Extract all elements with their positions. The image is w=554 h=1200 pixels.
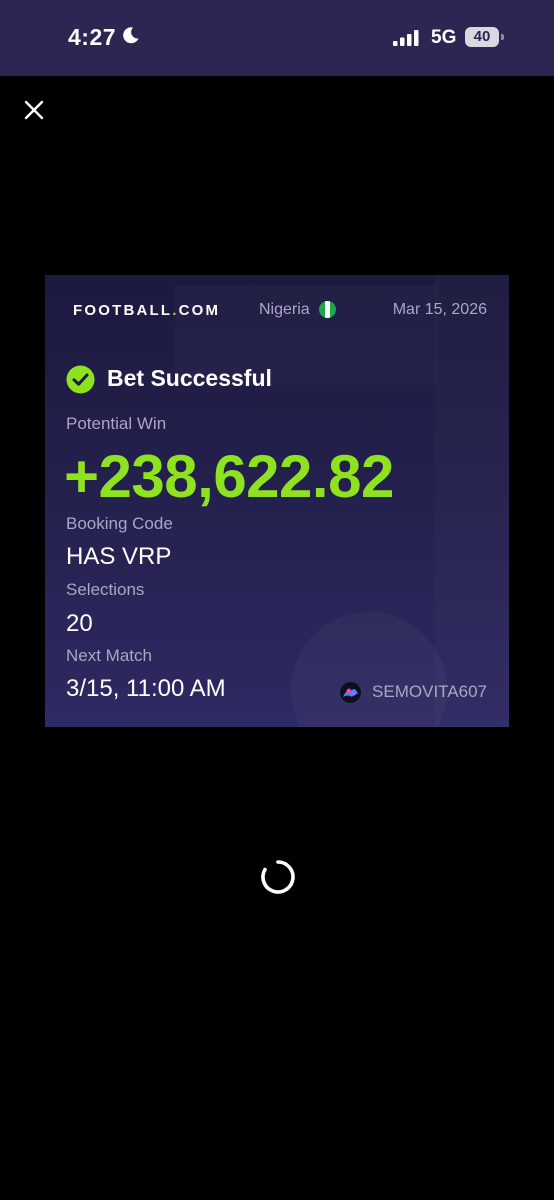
brand-logo: FOOTBALL.COM [73,302,220,319]
signal-icon [393,30,419,46]
potential-win-label: Potential Win [66,414,167,433]
bet-slip-card: FOOTBALL.COM Nigeria Mar 15, 2026 Bet Su… [45,275,509,727]
bet-date: Mar 15, 2026 [392,301,487,318]
status-bar: 4:27 5G 40 [0,0,554,76]
brand-prefix: FOOTBALL [73,302,173,319]
close-icon[interactable] [18,94,50,126]
username: SEMOVITA607 [372,682,487,701]
avatar-icon [340,682,361,703]
potential-win-value: +238,622.82 [64,443,394,510]
booking-code-label: Booking Code [66,514,173,533]
network-label: 5G [431,27,457,48]
booking-code-value: HAS VRP [66,543,172,570]
battery-tip [501,34,504,40]
battery-level: 40 [465,27,499,47]
next-match-value: 3/15, 11:00 AM [66,675,226,702]
status-time: 4:27 [68,24,117,50]
check-circle-icon [66,365,95,394]
nigeria-flag-icon [319,301,336,318]
next-match-label: Next Match [66,646,152,665]
bet-status-title: Bet Successful [107,365,272,391]
selections-label: Selections [66,580,145,599]
brand-suffix: COM [178,302,221,319]
battery-icon: 40 [465,27,505,47]
country-label: Nigeria [259,301,310,318]
moon-icon [123,27,139,44]
card-decoration [435,275,509,727]
card-decoration [291,612,447,727]
selections-value: 20 [66,610,93,637]
loading-spinner [261,860,295,894]
